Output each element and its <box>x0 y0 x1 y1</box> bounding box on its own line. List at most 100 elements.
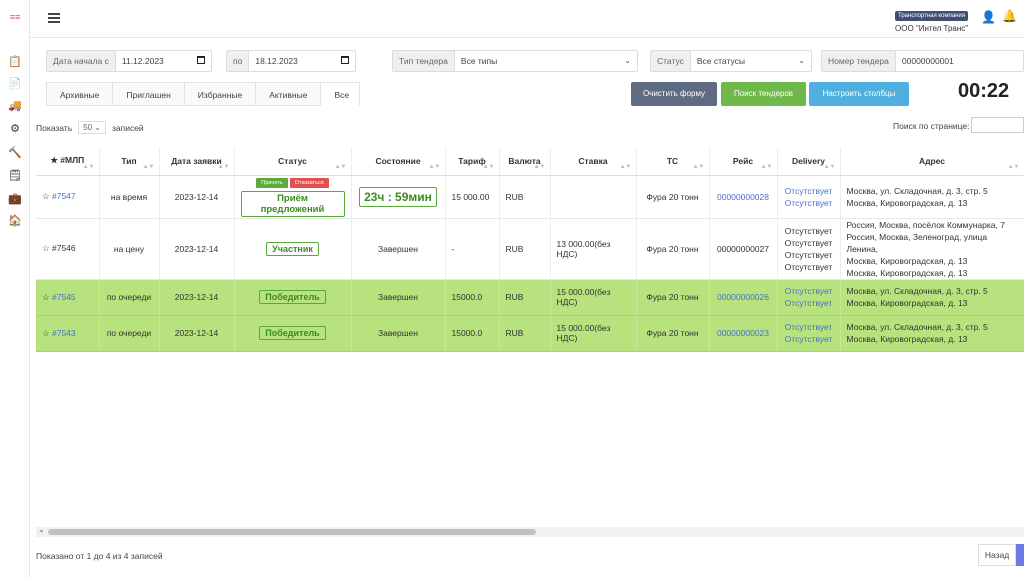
tender-link[interactable]: #7547 <box>52 191 76 201</box>
page-search-input[interactable] <box>971 117 1024 133</box>
file-icon[interactable]: 🗒 <box>8 169 22 183</box>
menu-icon[interactable] <box>48 13 60 23</box>
star-icon[interactable]: ☆ <box>42 191 50 201</box>
clear-form-button[interactable]: Очистить форму <box>631 82 717 106</box>
tender-number-label: Номер тендера <box>822 51 896 71</box>
tender-tabs: Архивные Приглашен Избранные Активные Вс… <box>46 82 361 106</box>
tender-number-input[interactable]: 00000000001 <box>896 51 1023 71</box>
vehicle-cell: Фура 20 тонн <box>636 315 710 352</box>
date-cell: 2023-12-14 <box>159 175 235 219</box>
trip-link[interactable]: 00000000023 <box>709 315 778 352</box>
tab-archive[interactable]: Архивные <box>46 82 113 106</box>
configure-columns-button[interactable]: Настроить столбцы <box>809 82 909 106</box>
delivery-cell[interactable]: Отсутствует Отсутствует <box>777 175 841 219</box>
delivery-cell[interactable]: Отсутствует Отсутствует <box>777 279 841 316</box>
currency-cell: RUB <box>499 315 551 352</box>
user-icon[interactable]: 👤 <box>981 10 996 24</box>
table-row[interactable]: ☆ #7545 по очереди 2023-12-14 Победитель… <box>36 279 1024 316</box>
date-to-input[interactable]: 18.12.2023 <box>249 51 355 71</box>
calendar-icon[interactable] <box>341 56 349 64</box>
date-cell: 2023-12-14 <box>159 218 235 280</box>
col-header-tariff[interactable]: Тариф ▲▼ <box>445 147 500 176</box>
col-header-date[interactable]: Дата заявки ▲▼ <box>159 147 235 176</box>
col-header-id[interactable]: ★ #МЛП ▲▼ <box>36 147 100 176</box>
star-icon[interactable]: ☆ <box>42 292 50 302</box>
table-row[interactable]: ☆ #7546 на цену 2023-12-14 Участник Заве… <box>36 218 1024 280</box>
table-row[interactable]: ☆ #7547 на время 2023-12-14 Принять Отказ… <box>36 175 1024 219</box>
tender-type-label: Тип тендера <box>393 51 455 71</box>
col-header-rate[interactable]: Ставка ▲▼ <box>550 147 637 176</box>
tender-link[interactable]: #7543 <box>52 328 76 338</box>
page-size-select[interactable]: 50 ⌄ <box>78 121 106 134</box>
id-cell[interactable]: ☆ #7547 <box>36 175 100 219</box>
topbar: Транспортная компания ООО "Интел Транс" … <box>30 0 1024 38</box>
tariff-cell: 15000.0 <box>445 279 500 316</box>
rate-cell: 15 000.00(без НДС) <box>550 315 637 352</box>
tender-type-select[interactable]: Все типы ⌄ <box>455 51 637 71</box>
status-cell: Участник <box>234 218 352 280</box>
state-cell: Завершен <box>351 279 446 316</box>
home-icon[interactable]: 🏠 <box>8 214 22 228</box>
col-header-vehicle[interactable]: ТС ▲▼ <box>636 147 710 176</box>
star-icon[interactable]: ☆ <box>42 243 50 253</box>
timer: 00:22 <box>958 80 1010 102</box>
clipboard-icon[interactable]: 📋 <box>8 55 22 69</box>
tender-id[interactable]: #7546 <box>52 243 76 253</box>
table-row[interactable]: ☆ #7543 по очереди 2023-12-14 Победитель… <box>36 315 1024 352</box>
page-size-control: Показать 50 ⌄ записей <box>36 121 144 134</box>
reject-button[interactable]: Отказаться <box>289 178 329 188</box>
trip-link[interactable]: 00000000026 <box>709 279 778 316</box>
briefcase-icon[interactable]: 💼 <box>8 192 22 206</box>
id-cell[interactable]: ☆ #7545 <box>36 279 100 316</box>
tab-invited[interactable]: Приглашен <box>112 82 184 106</box>
previous-page-button[interactable]: Назад <box>978 544 1016 566</box>
records-label: записей <box>111 122 144 133</box>
tenders-table: ★ #МЛП ▲▼ Тип ▲▼ Дата заявки ▲▼ Статус ▲▼ Со… <box>36 147 1024 352</box>
document-icon[interactable]: 📄 <box>8 77 22 91</box>
scrollbar-thumb[interactable] <box>48 529 536 535</box>
type-cell: по очереди <box>99 315 160 352</box>
col-header-state[interactable]: Состояние ▲▼ <box>351 147 446 176</box>
accept-button[interactable]: Принять <box>256 178 288 188</box>
horizontal-scrollbar[interactable]: ◂ <box>36 527 1024 537</box>
rate-cell: 13 000.00(без НДС) <box>550 218 637 280</box>
date-to-label: по <box>227 51 250 71</box>
tariff-cell: 15000.0 <box>445 315 500 352</box>
id-cell[interactable]: ☆ #7543 <box>36 315 100 352</box>
app-logo[interactable]: ≡≡ <box>6 12 24 24</box>
trip-cell: 00000000027 <box>709 218 778 280</box>
page-search-label: Поиск по странице: <box>893 121 970 131</box>
tender-link[interactable]: #7545 <box>52 292 76 302</box>
col-header-delivery[interactable]: Delivery ▲▼ <box>777 147 841 176</box>
col-header-status[interactable]: Статус ▲▼ <box>234 147 352 176</box>
address-cell: Москва, ул. Складочная, д. 3, стр. 5 Моск… <box>840 279 1024 316</box>
truck-icon[interactable]: 🚚 <box>8 99 22 113</box>
calendar-icon[interactable] <box>197 56 205 64</box>
col-header-trip[interactable]: Рейс ▲▼ <box>709 147 778 176</box>
date-cell: 2023-12-14 <box>159 315 235 352</box>
col-header-currency[interactable]: Валюта ▲▼ <box>499 147 551 176</box>
status-label: Статус <box>651 51 691 71</box>
hammer-icon[interactable]: 🔨 <box>8 146 22 160</box>
delivery-cell[interactable]: Отсутствует Отсутствует <box>777 315 841 352</box>
tab-active[interactable]: Активные <box>255 82 321 106</box>
status-badge: Победитель <box>259 326 326 340</box>
date-from-input[interactable]: 11.12.2023 <box>116 51 211 71</box>
tab-all[interactable]: Все <box>320 82 361 106</box>
star-icon[interactable]: ☆ <box>42 328 50 338</box>
vehicle-cell: Фура 20 тонн <box>636 175 710 219</box>
status-select[interactable]: Все статусы ⌄ <box>691 51 811 71</box>
status-cell: Победитель <box>234 279 352 316</box>
cogs-icon[interactable]: ⚙ <box>8 122 22 136</box>
id-cell[interactable]: ☆ #7546 <box>36 218 100 280</box>
scroll-left-icon[interactable]: ◂ <box>39 527 43 537</box>
col-header-address[interactable]: Адрес ▲▼ <box>840 147 1024 176</box>
bell-icon[interactable]: 🔔 <box>1002 9 1017 23</box>
col-header-type[interactable]: Тип ▲▼ <box>99 147 160 176</box>
trip-link[interactable]: 00000000028 <box>709 175 778 219</box>
search-tenders-button[interactable]: Поиск тендеров <box>721 82 806 106</box>
tab-favorites[interactable]: Избранные <box>183 82 256 106</box>
next-page-button[interactable] <box>1016 544 1024 566</box>
vehicle-cell: Фура 20 тонн <box>636 218 710 280</box>
tender-type-group: Тип тендера Все типы ⌄ <box>392 50 638 72</box>
